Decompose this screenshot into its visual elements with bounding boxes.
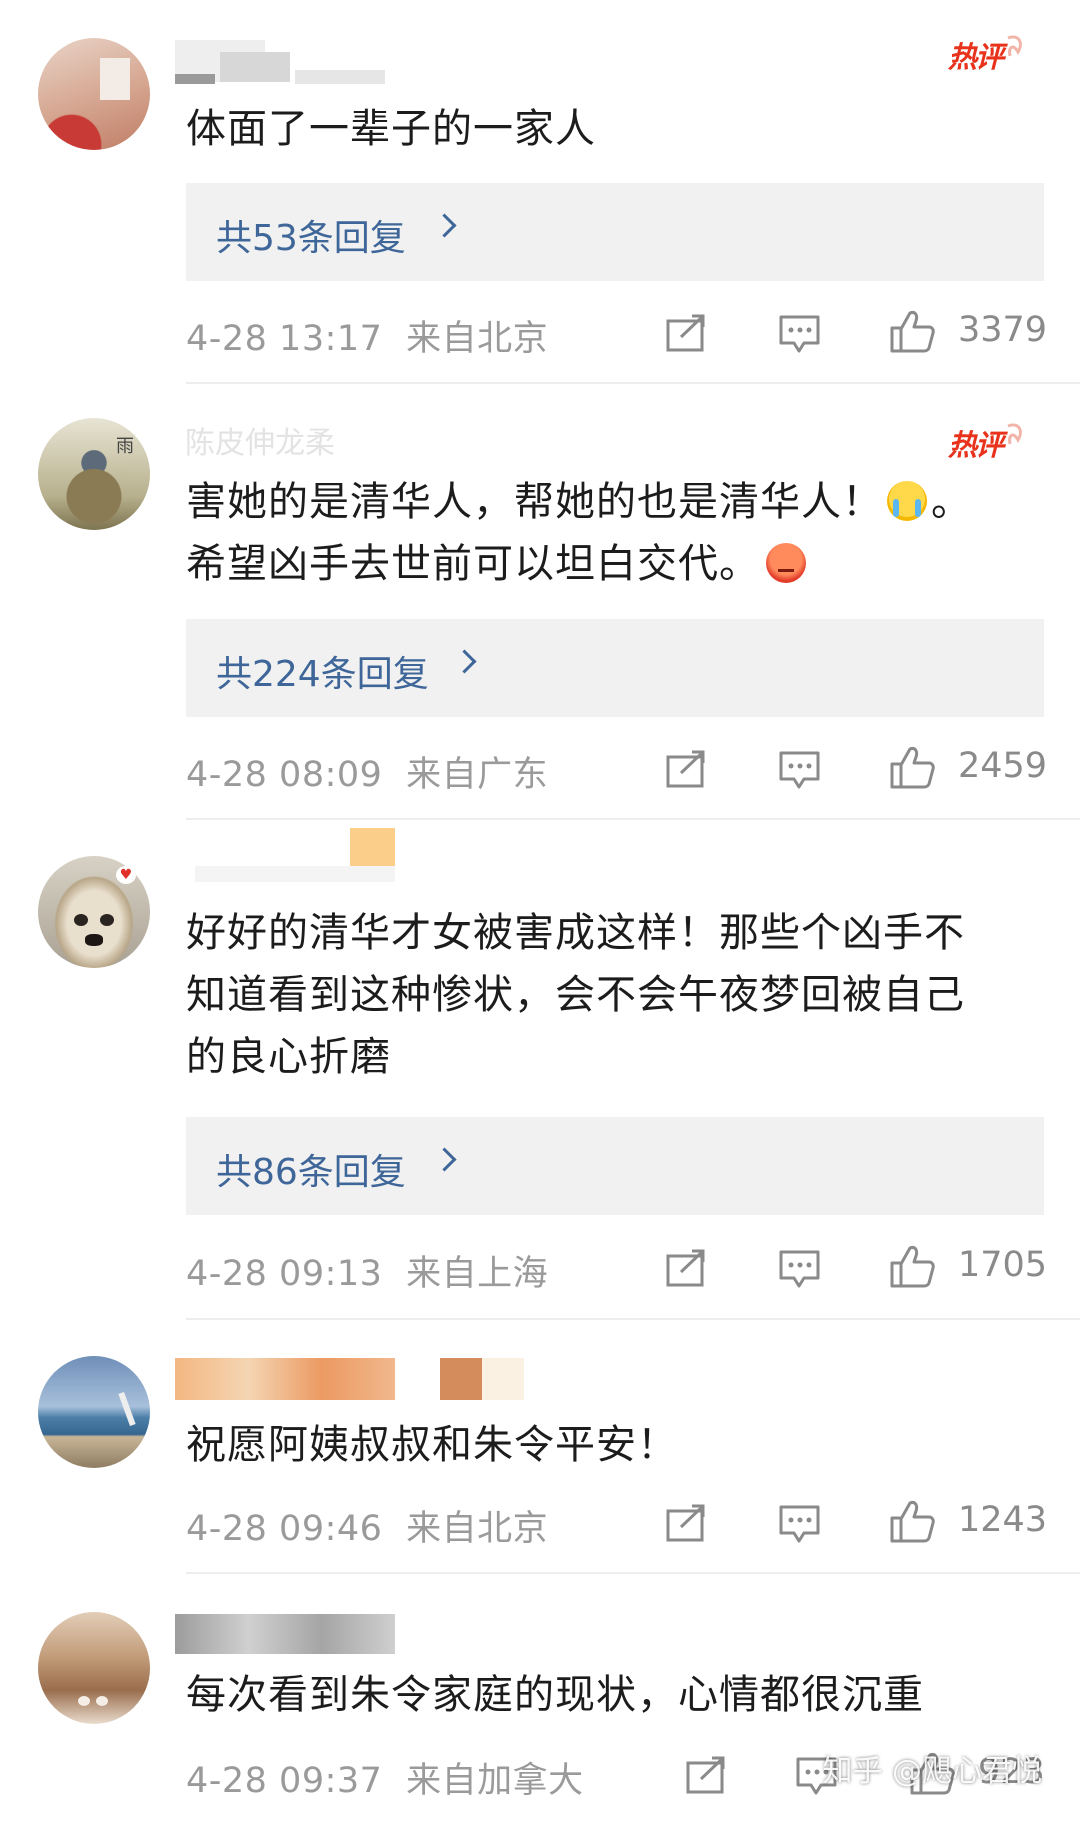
avatar[interactable] [38,1356,150,1468]
avatar[interactable]: 雨 [38,418,150,530]
heart-icon: ♥ [116,866,136,884]
like-count: 1705 [958,1245,1048,1285]
comment-meta: 4-28 09:37 来自加拿大 [186,1752,584,1803]
timestamp: 4-28 09:46 [186,1509,383,1549]
location: 来自北京 [406,1509,549,1549]
share-icon[interactable] [665,313,707,357]
username-text: 陈皮伸龙柔 [185,426,335,461]
timestamp: 4-28 08:09 [186,755,383,795]
comment-icon[interactable] [778,1503,822,1549]
comment-meta: 4-28 09:13 来自上海 [186,1245,548,1296]
comment-text: 害她的是清华人，帮她的也是清华人！ 。 希望凶手去世前可以坦白交代。 [186,471,1046,595]
comment-text: 好好的清华才女被害成这样！那些个凶手不 知道看到这种惨状，会不会午夜梦回被自己 … [186,902,1046,1088]
comment-meta: 4-28 13:17 来自北京 [186,310,548,361]
comment-text: 体面了一辈子的一家人 [186,106,596,152]
comment-text: 祝愿阿姨叔叔和朱令平安！ [186,1422,678,1468]
replies-label: 共53条回复 [216,218,406,259]
comment-text-line: 的良心折磨 [186,1034,391,1080]
chevron-right-icon [452,649,477,674]
like-count: 3379 [958,310,1048,350]
hot-comment-badge: 热评 [948,418,1028,462]
crying-face-emoji [887,481,927,521]
thumbs-up-icon[interactable] [888,1498,936,1548]
divider [186,1318,1080,1320]
comment-text: 每次看到朱令家庭的现状，心情都很沉重 [186,1672,924,1718]
location: 来自北京 [406,319,549,359]
location: 来自上海 [406,1254,549,1294]
avatar[interactable]: ♥ [38,856,150,968]
timestamp: 4-28 09:37 [186,1761,383,1801]
thumbs-up-icon[interactable] [888,1243,936,1293]
location: 来自加拿大 [406,1761,584,1801]
share-icon[interactable] [685,1755,727,1799]
watermark: 知乎 @飓心君悦 [822,1754,1042,1789]
avatar[interactable] [38,38,150,150]
like-count: 1243 [958,1500,1048,1540]
comment-text-line: 希望凶手去世前可以坦白交代。 [186,541,760,587]
divider [186,1572,1080,1574]
replies-button[interactable]: 共86条回复 [186,1117,1044,1215]
location: 来自广东 [406,755,549,795]
thumbs-up-icon[interactable] [888,308,936,358]
avatar-mark: 雨 [116,436,134,457]
comment-text-line: 害她的是清华人，帮她的也是清华人！ [186,479,883,525]
angry-face-emoji [766,543,806,583]
replies-button[interactable]: 共224条回复 [186,619,1044,717]
share-icon[interactable] [665,1248,707,1292]
avatar[interactable] [38,1612,150,1724]
replies-label: 共224条回复 [216,654,429,695]
chevron-right-icon [432,1147,457,1172]
comment-icon[interactable] [778,1248,822,1294]
share-icon[interactable] [665,1503,707,1547]
comment-icon[interactable] [778,749,822,795]
comment-text-line: 好好的清华才女被害成这样！那些个凶手不 [186,910,965,956]
comment-meta: 4-28 08:09 来自广东 [186,746,548,797]
thumbs-up-icon[interactable] [888,744,936,794]
comment-text-line: 知道看到这种惨状，会不会午夜梦回被自己 [186,972,965,1018]
replies-button[interactable]: 共53条回复 [186,183,1044,281]
timestamp: 4-28 13:17 [186,319,383,359]
divider [186,382,1080,384]
comment-icon[interactable] [778,313,822,359]
comment-text-line-end: 。 [931,479,972,525]
timestamp: 4-28 09:13 [186,1254,383,1294]
hot-comment-badge: 热评 [948,30,1028,74]
replies-label: 共86条回复 [216,1152,406,1193]
chevron-right-icon [432,213,457,238]
share-icon[interactable] [665,749,707,793]
divider [186,818,1080,820]
like-count: 2459 [958,746,1048,786]
comment-meta: 4-28 09:46 来自北京 [186,1500,548,1551]
